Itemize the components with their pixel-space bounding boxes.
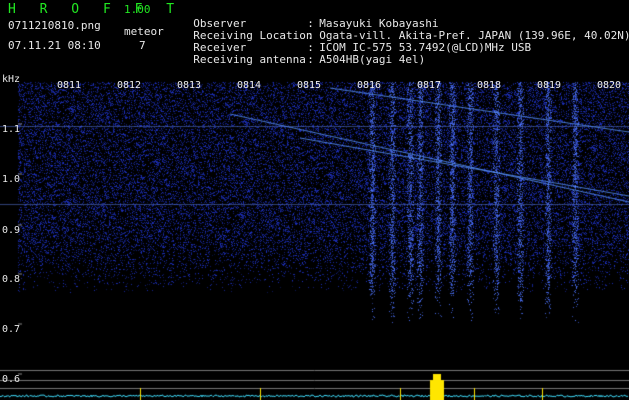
datetime: 07.11.21 08:10 bbox=[8, 39, 101, 52]
y-tick-label: 0.7 bbox=[2, 324, 21, 335]
y-tick-label: 0.9 bbox=[2, 225, 21, 236]
version: 1.00 bbox=[124, 3, 151, 16]
x-tick-label: 0815 bbox=[297, 80, 322, 91]
y-tick-label: 1.0 bbox=[2, 174, 21, 185]
file-name: 0711210810.png bbox=[8, 19, 101, 32]
x-tick-label: 0820 bbox=[597, 80, 622, 91]
y-axis-unit: kHz bbox=[2, 74, 21, 85]
info-label: Receiving antenna bbox=[193, 53, 306, 66]
y-tick-label: 1.1 bbox=[2, 124, 21, 135]
x-tick-label: 0816 bbox=[357, 80, 382, 91]
spectrogram bbox=[0, 74, 629, 400]
y-tick-label: 0.8 bbox=[2, 274, 21, 285]
x-tick-label: 0812 bbox=[117, 80, 142, 91]
y-tick-label: 0.6 bbox=[2, 374, 21, 385]
info-value: A504HB(yagi 4el) bbox=[319, 53, 426, 66]
logo: H R O F F T bbox=[8, 2, 183, 17]
info-antenna: Receiving antenna: A504HB(yagi 4el) bbox=[193, 53, 426, 66]
x-tick-label: 0817 bbox=[417, 80, 442, 91]
x-tick-label: 0811 bbox=[57, 80, 82, 91]
x-tick-label: 0813 bbox=[177, 80, 202, 91]
meteor-label: meteor bbox=[124, 25, 164, 38]
meteor-count: 7 bbox=[139, 39, 146, 52]
x-tick-label: 0818 bbox=[477, 80, 502, 91]
x-tick-label: 0814 bbox=[237, 80, 262, 91]
x-tick-label: 0819 bbox=[537, 80, 562, 91]
